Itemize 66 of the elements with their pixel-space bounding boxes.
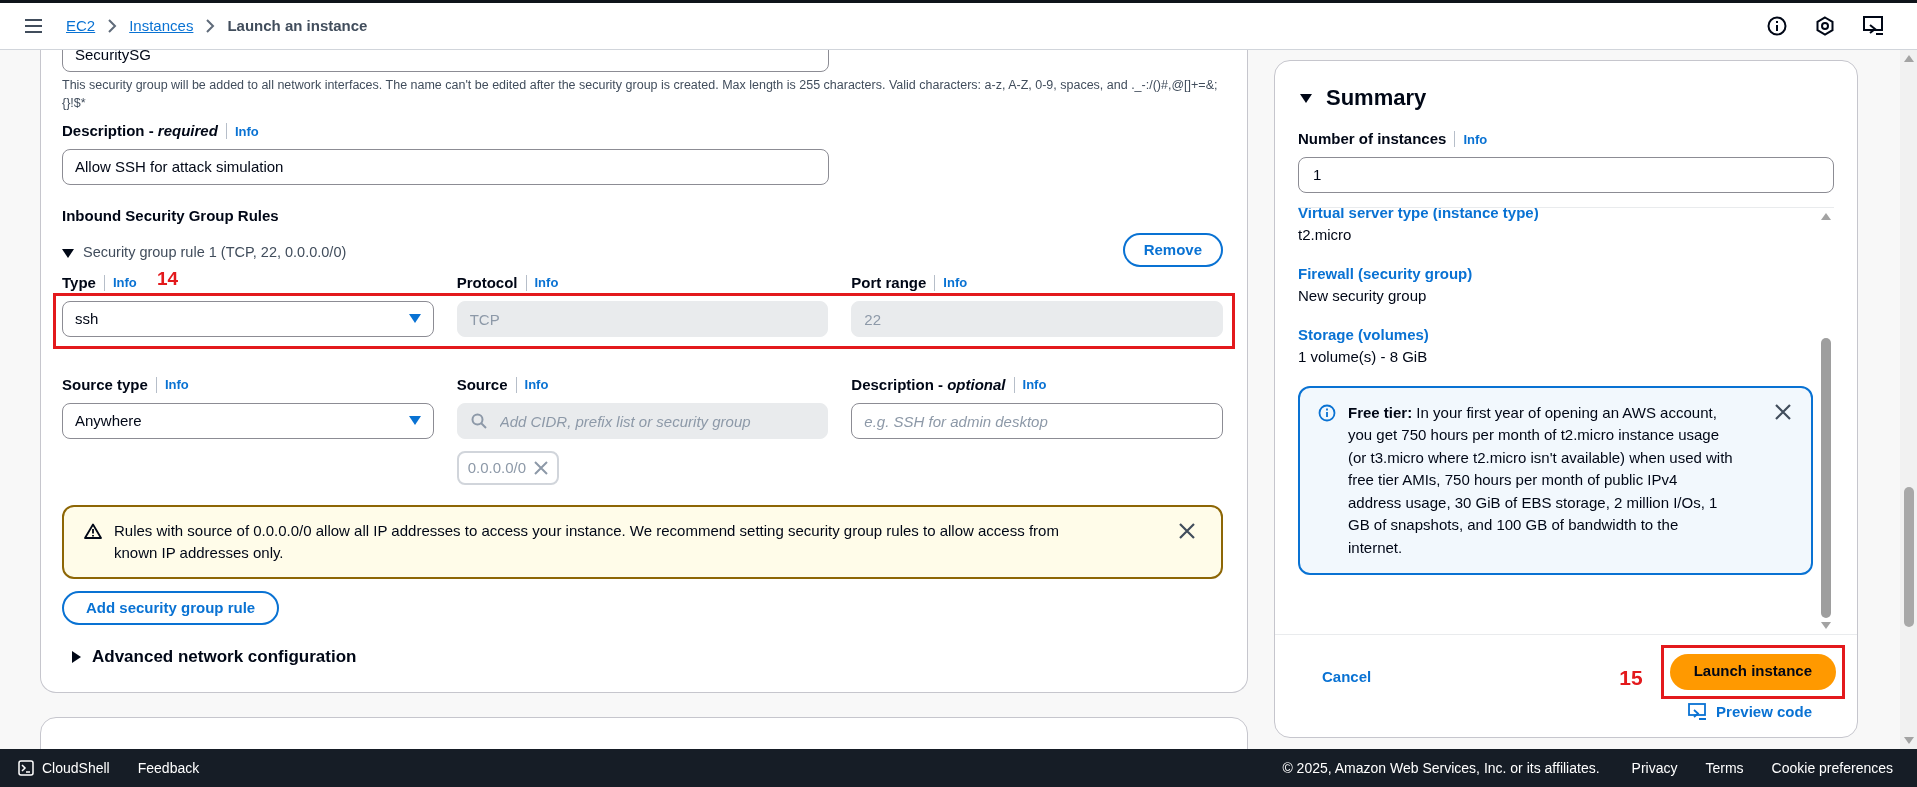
summary-value: New security group [1298,285,1428,306]
breadcrumb-current: Launch an instance [227,15,368,36]
summary-link[interactable]: Firewall (security group) [1298,262,1813,285]
field-label: Protocol [456,272,518,293]
remove-button[interactable]: Remove [1122,233,1223,267]
footer-link[interactable]: Terms [1705,757,1744,779]
field-label: Number of instances [1298,129,1447,149]
select-field[interactable]: Anywhere [62,403,434,439]
cancel-button[interactable]: Cancel [1298,659,1396,696]
info-icon [1318,403,1336,422]
caret-icon [408,314,421,324]
info-link[interactable]: Info [1463,129,1488,149]
field-label: Type [62,272,96,293]
warning-icon [84,523,102,539]
breadcrumb-link[interactable]: Instances [129,14,194,38]
annotation-number: 15 [1619,664,1643,691]
chevron-right-icon [205,19,216,33]
info-link[interactable]: Info [164,375,189,395]
breadcrumb-link[interactable]: EC2 [66,14,96,38]
section-toggle[interactable]: Advanced network configuration [92,644,357,670]
menu-icon[interactable] [24,18,44,34]
footer-link[interactable]: Cookie preferences [1771,757,1893,779]
expand-caret-icon[interactable] [62,247,74,259]
caret-icon [408,416,421,426]
code-preview-icon [1688,702,1709,721]
footer-link[interactable]: Privacy [1631,757,1678,779]
close-icon[interactable] [1775,403,1791,420]
scroll-thumb[interactable] [1903,487,1914,627]
field-label: Description - required [62,121,218,141]
warning-text: Rules with source of 0.0.0.0/0 allow all IP addresses to access your instance. We recommend setting security group rules to allow access from known IP addresses only. [114,521,1060,563]
copyright-text: © 2025, Amazon Web Services, Inc. or its affiliates. [1282,758,1600,778]
panel-title: Summary [1326,84,1427,112]
hint-text: This security group will be added to all network interfaces. The name can't be edited after the security group is created. Max length is 255 characters. Valid characters: a-z, A-Z, 0-9, spaces, and ._-:/()#,@[]+=&;{}!$* [62,77,1219,112]
field-label: Port range [851,272,927,293]
summary-value: t2.micro [1298,224,1353,245]
expand-caret-icon[interactable] [1300,91,1312,104]
cloudshell-link[interactable]: CloudShell [18,757,110,779]
field-label: Description - optional [851,374,1006,395]
annotation-number: 14 [157,267,179,291]
field-label: Source [456,374,508,395]
terminal-icon [18,760,34,776]
summary-link[interactable]: Storage (volumes) [1298,323,1813,346]
summary-value: 1 volume(s) - 8 GiB [1298,346,1429,367]
terminal-icon[interactable] [1863,16,1885,36]
add-rule-button[interactable]: Add security group rule [62,591,280,625]
hexagon-icon[interactable] [1815,16,1835,36]
collapse-caret-icon[interactable] [70,650,82,663]
free-tier-text: Free tier: In your first year of opening an AWS account, you get 750 hours per month of t2.micro instance usage (or t3.micro where t2.micro isn't available) when used with free tier AMIs, 750 hours per month of public IPv4 address usage, 30 GiB of EBS storage, 2 million I/Os, 1 GB of snapshots, and 100 GB of bandwidth to the internet. [1348,402,1734,558]
search-icon [470,413,487,429]
info-link[interactable]: Info [234,121,259,141]
feedback-link[interactable]: Feedback [137,757,200,779]
info-link[interactable]: Info [1022,375,1047,395]
launch-instance-button[interactable]: Launch instance [1669,653,1836,690]
info-link[interactable]: Info [112,273,137,293]
preview-code-link[interactable]: Preview code [1688,700,1812,723]
input-field[interactable]: 1 [1298,156,1834,193]
chevron-right-icon [107,19,118,33]
input-field[interactable]: e.g. SSH for admin desktop [851,403,1223,439]
info-icon[interactable] [1767,16,1787,36]
scroll-thumb[interactable] [1821,337,1831,618]
select-field[interactable]: ssh [62,301,434,337]
field-label: Source type [62,374,148,395]
section-heading: Inbound Security Group Rules [62,205,280,226]
rule-title[interactable]: Security group rule 1 (TCP, 22, 0.0.0.0/0) [83,242,347,264]
close-icon[interactable] [1179,523,1195,539]
input-field[interactable]: Allow SSH for attack simulation [62,148,829,185]
